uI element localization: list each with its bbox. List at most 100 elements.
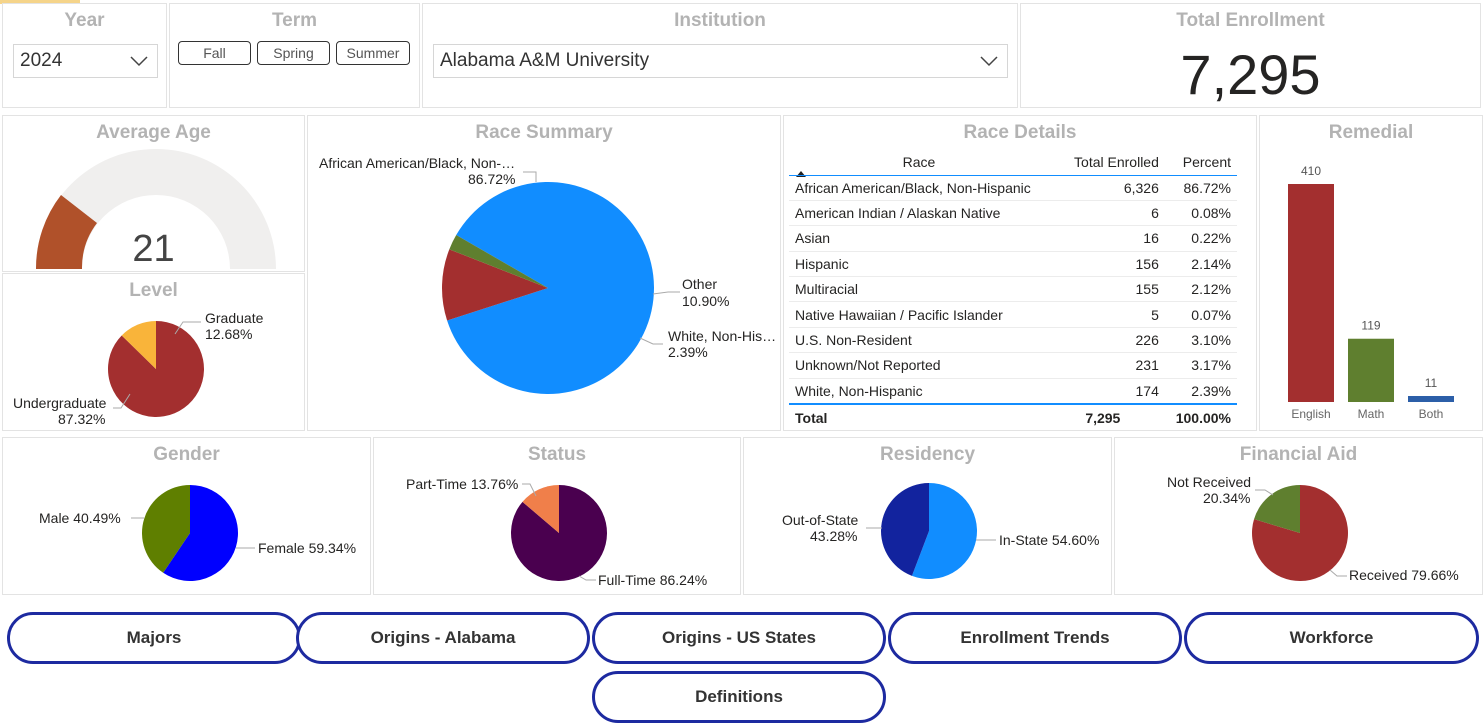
nav-majors-button[interactable]: Majors xyxy=(7,612,301,664)
percent-cell: 3.10% xyxy=(1164,327,1237,354)
status-part-time-label: Part-Time 13.76% xyxy=(406,476,519,492)
gender-male-label: Male 40.49% xyxy=(39,510,121,526)
total-enrolled: 7,295 xyxy=(1085,409,1121,426)
percent-cell: 0.07% xyxy=(1164,301,1237,328)
leader-line xyxy=(1255,489,1274,496)
bar-math[interactable] xyxy=(1348,338,1394,402)
column-header-total-enrolled[interactable]: Total Enrolled xyxy=(1049,149,1165,175)
table-row[interactable]: Asian 16 0.22% xyxy=(789,225,1237,252)
leader-line xyxy=(578,575,596,581)
average-age-card: Average Age 21 xyxy=(2,115,305,272)
race-cell: African American/Black, Non-Hispanic xyxy=(789,175,1049,201)
table-row[interactable]: Hispanic 156 2.14% xyxy=(789,251,1237,278)
financial-aid-not-received-label: Not Received xyxy=(1167,474,1252,490)
remedial-card: Remedial 410 English 119 Math 11 Both xyxy=(1259,115,1483,431)
nav-definitions-button[interactable]: Definitions xyxy=(592,671,886,723)
race-cell: Multiracial xyxy=(789,276,1049,303)
gender-female-label: Female 59.34% xyxy=(258,540,357,556)
table-row[interactable]: Unknown/Not Reported 231 3.17% xyxy=(789,352,1237,379)
nav-enrollment-trends-button[interactable]: Enrollment Trends xyxy=(888,612,1182,664)
level-pie-slices xyxy=(107,321,204,417)
percent-cell: 3.17% xyxy=(1164,352,1237,379)
year-dropdown[interactable]: 2024 xyxy=(13,44,158,78)
race-cell: Native Hawaiian / Pacific Islander xyxy=(789,301,1049,328)
bar-category-label: English xyxy=(1291,407,1330,421)
column-header-race[interactable]: Race xyxy=(789,149,1049,175)
race-cell: Asian xyxy=(789,225,1049,252)
level-undergraduate-value: 87.32% xyxy=(58,411,106,427)
percent-cell: 2.14% xyxy=(1164,251,1237,278)
enrolled-cell: 6 xyxy=(1049,200,1165,227)
race-black-value: 86.72% xyxy=(468,171,516,187)
table-row[interactable]: Native Hawaiian / Pacific Islander 5 0.07% xyxy=(789,301,1237,328)
bar-value-label: 410 xyxy=(1301,164,1321,178)
bar-value-label: 119 xyxy=(1361,319,1380,333)
race-details-table: Race Total Enrolled Percent African Amer… xyxy=(789,149,1237,405)
level-card: Level Graduate 12.68% Undergraduate 87.3… xyxy=(2,273,305,431)
enrolled-cell: 5 xyxy=(1049,301,1165,328)
institution-slicer: Institution Alabama A&M University xyxy=(422,3,1018,108)
enrolled-cell: 231 xyxy=(1049,352,1165,379)
term-spring-button[interactable]: Spring xyxy=(257,41,330,65)
bar-both[interactable] xyxy=(1408,396,1454,402)
term-fall-button[interactable]: Fall xyxy=(178,41,251,65)
year-value: 2024 xyxy=(20,50,63,71)
race-cell: Unknown/Not Reported xyxy=(789,352,1049,379)
total-enrollment-title: Total Enrollment xyxy=(1176,10,1325,31)
bar-english[interactable] xyxy=(1288,184,1334,402)
nav-origins-alabama-button[interactable]: Origins - Alabama xyxy=(296,612,590,664)
percent-cell: 0.08% xyxy=(1164,200,1237,227)
status-pie-slices xyxy=(511,485,607,581)
percent-cell: 2.39% xyxy=(1164,378,1237,405)
term-title: Term xyxy=(271,10,318,31)
enrolled-cell: 16 xyxy=(1049,225,1165,252)
total-label: Total xyxy=(795,409,828,426)
status-full-time-label: Full-Time 86.24% xyxy=(598,572,708,588)
residency-out-of-state-label: Out-of-State xyxy=(782,512,859,528)
column-header-percent[interactable]: Percent xyxy=(1165,149,1237,175)
financial-aid-not-received-value: 20.34% xyxy=(1203,490,1251,506)
percent-cell: 0.22% xyxy=(1164,225,1237,252)
year-slicer: Year 2024 xyxy=(2,3,167,108)
table-row[interactable]: U.S. Non-Resident 226 3.10% xyxy=(789,327,1237,354)
bar-value-label: 11 xyxy=(1425,376,1438,390)
table-row[interactable]: American Indian / Alaskan Native 6 0.08% xyxy=(789,200,1237,227)
leader-line xyxy=(639,337,663,345)
nav-origins-us-states-button[interactable]: Origins - US States xyxy=(592,612,886,664)
bar-category-label: Both xyxy=(1419,407,1444,421)
enrolled-cell: 156 xyxy=(1049,251,1165,278)
remedial-bar-chart: 410 English 119 Math 11 Both xyxy=(1288,164,1454,421)
leader-line xyxy=(1329,569,1347,577)
table-header-row: Race Total Enrolled Percent xyxy=(789,149,1237,175)
total-percent: 100.00% xyxy=(1175,409,1231,426)
table-row[interactable]: African American/Black, Non-Hispanic 6,32… xyxy=(789,175,1237,201)
leader-line xyxy=(523,171,537,182)
chevron-down-icon xyxy=(980,56,998,67)
race-other-value: 10.90% xyxy=(682,293,730,309)
table-row[interactable]: Multiracial 155 2.12% xyxy=(789,276,1237,303)
leader-line xyxy=(652,291,680,295)
residency-out-of-state-value: 43.28% xyxy=(810,528,858,544)
residency-card: Residency Out-of-State 43.28% In-State 5… xyxy=(743,437,1112,595)
race-black-label: African American/Black, Non-… xyxy=(319,155,516,171)
percent-cell: 2.12% xyxy=(1164,276,1237,303)
gender-pie-slices xyxy=(142,485,238,581)
gender-card: Gender Male 40.49% Female 59.34% xyxy=(2,437,371,595)
financial-aid-pie-slices xyxy=(1252,485,1348,581)
race-details-total: Total 7,295 100.00% xyxy=(789,405,1237,430)
residency-pie-slices xyxy=(881,483,977,579)
race-cell: U.S. Non-Resident xyxy=(789,327,1049,354)
total-enrollment-card: Total Enrollment 7,295 xyxy=(1020,3,1481,108)
table-row[interactable]: White, Non-Hispanic 174 2.39% xyxy=(789,378,1237,405)
institution-title: Institution xyxy=(674,10,766,31)
nav-workforce-button[interactable]: Workforce xyxy=(1184,612,1479,664)
race-pie-slices xyxy=(442,182,654,395)
average-age-value: 21 xyxy=(132,228,175,270)
residency-in-state-label: In-State 54.60% xyxy=(999,532,1100,548)
bar-category-label: Math xyxy=(1358,407,1385,421)
enrolled-cell: 6,326 xyxy=(1049,175,1165,201)
table-total-row: Total 7,295 100.00% xyxy=(789,405,1237,430)
institution-dropdown[interactable]: Alabama A&M University xyxy=(433,44,1008,78)
term-summer-button[interactable]: Summer xyxy=(336,41,410,65)
total-enrollment-value: 7,295 xyxy=(1180,43,1321,106)
